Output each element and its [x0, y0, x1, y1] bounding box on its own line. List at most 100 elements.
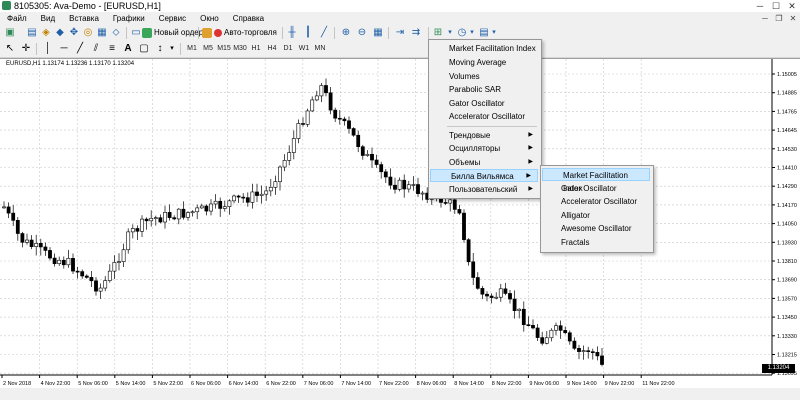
menu-file[interactable]: Файл	[0, 12, 34, 25]
timeframe-m5[interactable]: M5	[200, 43, 216, 55]
child-restore-icon[interactable]: ❐	[772, 12, 786, 25]
chevron-down-icon[interactable]: ▾	[488, 27, 500, 39]
timeframe-d1[interactable]: D1	[280, 43, 296, 55]
menu-tools[interactable]: Сервис	[152, 12, 193, 25]
autoscroll-icon[interactable]: ⇉	[410, 27, 422, 39]
chevron-down-icon[interactable]: ▾	[166, 43, 178, 55]
zoom-out-icon[interactable]: ⊖	[356, 27, 368, 39]
price-tick-label: 1.13930	[777, 240, 797, 246]
timeframe-m1[interactable]: M1	[184, 43, 200, 55]
line-studies-toolbar: ↖ ✛ │ ─ ╱ ⫽ ≡ A ▢ ↕ ▾ M1 M5 M15 M30 H1 H…	[0, 41, 800, 58]
auto-trading-button[interactable]: Авто-торговля	[202, 26, 277, 40]
timeframe-m30[interactable]: M30	[232, 43, 248, 55]
candle-body	[489, 295, 494, 298]
timeframe-m15[interactable]: M15	[216, 43, 232, 55]
price-tick-label: 1.14530	[777, 147, 797, 153]
price-tick-label: 1.14170	[777, 203, 797, 209]
metaeditor-icon[interactable]: ⬦	[110, 27, 122, 39]
menu-item-accelerator-oscillator[interactable]: Accelerator Oscillator	[429, 110, 539, 123]
candle-body	[494, 296, 499, 299]
submenu-item-alligator[interactable]: Alligator	[541, 209, 651, 222]
chevron-down-icon[interactable]: ▾	[466, 27, 478, 39]
menu-help[interactable]: Справка	[226, 12, 271, 25]
navigator-icon[interactable]: ✥	[68, 27, 80, 39]
menu-item-gator-oscillator[interactable]: Gator Oscillator	[429, 97, 539, 110]
menu-window[interactable]: Окно	[193, 12, 226, 25]
candle-body	[462, 212, 466, 240]
cursor-icon[interactable]: ↖	[4, 43, 16, 55]
text-label-icon[interactable]: ▢	[138, 43, 150, 55]
menu-item-custom[interactable]: Пользовательский ▶	[429, 183, 539, 196]
price-tick-label: 1.13570	[777, 296, 797, 302]
terminal-icon[interactable]: ◎	[82, 27, 94, 39]
child-minimize-icon[interactable]: ─	[758, 12, 772, 25]
menu-item-moving-average[interactable]: Moving Average	[429, 56, 539, 69]
submenu-item-fractals[interactable]: Fractals	[541, 236, 651, 249]
trendline-icon[interactable]: ╱	[74, 43, 86, 55]
tile-windows-icon[interactable]: ▦	[372, 27, 384, 39]
fibonacci-icon[interactable]: ≡	[106, 43, 118, 55]
data-window-icon[interactable]: ◆	[54, 27, 66, 39]
candle-body	[554, 325, 558, 331]
chevron-down-icon[interactable]: ▾	[444, 27, 456, 39]
candle-body	[567, 332, 572, 342]
timeframe-w1[interactable]: W1	[296, 43, 312, 55]
menu-insert[interactable]: Вставка	[62, 12, 106, 25]
chart-window[interactable]: 1.15005 1.14885 1.14765 1.14645 1.14530 1.144…	[0, 58, 800, 389]
menu-bar: Файл Вид Вставка Графики Сервис Окно Спр…	[0, 12, 800, 25]
time-tick-label: 6 Nov 14:00	[229, 381, 259, 387]
submenu-item-gator-oscillator[interactable]: Gator Oscillator	[541, 182, 651, 195]
submenu-item-awesome-oscillator[interactable]: Awesome Oscillator	[541, 222, 651, 235]
candle-body	[57, 259, 62, 264]
menu-item-parabolic-sar[interactable]: Parabolic SAR	[429, 83, 539, 96]
chart-window-icon[interactable]: ▭	[130, 27, 142, 39]
menu-item-oscillators[interactable]: Осцилляторы ▶	[429, 142, 539, 155]
price-tick-label: 1.13690	[777, 278, 797, 284]
timeframe-h4[interactable]: H4	[264, 43, 280, 55]
timeframe-h1[interactable]: H1	[248, 43, 264, 55]
arrows-icon[interactable]: ↕	[154, 43, 166, 55]
candlestick-icon[interactable]: ┃	[302, 27, 314, 39]
candle-body	[512, 298, 517, 311]
candle-body	[586, 350, 591, 352]
horizontal-line-icon[interactable]: ─	[58, 43, 70, 55]
channel-icon[interactable]: ⫽	[90, 43, 102, 55]
tester-icon[interactable]: ▦	[96, 27, 108, 39]
price-tick-label: 1.14050	[777, 222, 797, 228]
candle-body	[34, 243, 39, 247]
menu-item-volumes[interactable]: Volumes	[429, 70, 539, 83]
submenu-item-accelerator-oscillator[interactable]: Accelerator Oscillator	[541, 195, 651, 208]
candle-body	[590, 351, 595, 353]
profiles-icon[interactable]: ▤	[26, 27, 38, 39]
zoom-in-icon[interactable]: ⊕	[340, 27, 352, 39]
maximize-icon[interactable]: ☐	[768, 0, 784, 12]
close-icon[interactable]: ✕	[784, 0, 800, 12]
menu-item-volumes-group[interactable]: Объемы ▶	[429, 156, 539, 169]
line-chart-icon[interactable]: ╱	[318, 27, 330, 39]
price-tick-label: 1.14410	[777, 166, 797, 172]
new-order-button[interactable]: Новый ордер	[142, 26, 203, 40]
menu-item-bill-williams[interactable]: Билла Вильямса ▶	[430, 169, 538, 182]
timeframe-mn[interactable]: MN	[312, 43, 328, 55]
chart-shift-icon[interactable]: ⇥	[394, 27, 406, 39]
bar-chart-icon[interactable]: ╫	[286, 27, 298, 39]
child-close-icon[interactable]: ✕	[786, 12, 800, 25]
price-chart[interactable]: 1.15005 1.14885 1.14765 1.14645 1.14530 1.144…	[0, 59, 800, 389]
candle-body	[503, 288, 508, 294]
candle-body	[172, 217, 177, 220]
submenu-item-market-facilitation-index[interactable]: Market Facilitation Index	[542, 168, 650, 193]
menu-item-trend[interactable]: Трендовые ▶	[429, 129, 539, 142]
candle-body	[20, 233, 25, 243]
menu-item-market-facilitation-index[interactable]: Market Facilitation Index	[429, 42, 539, 55]
minimize-icon[interactable]: ─	[752, 0, 768, 12]
candle-body	[181, 208, 186, 218]
menu-view[interactable]: Вид	[34, 12, 62, 25]
text-tool-icon[interactable]: A	[122, 43, 134, 55]
vertical-line-icon[interactable]: │	[42, 43, 54, 55]
market-watch-icon[interactable]: ◈	[40, 27, 52, 39]
indicators-icon[interactable]: ⊞	[432, 27, 444, 39]
new-chart-icon[interactable]: ▣	[4, 27, 16, 39]
crosshair-icon[interactable]: ✛	[20, 43, 32, 55]
candle-body	[351, 128, 356, 136]
menu-charts[interactable]: Графики	[106, 12, 152, 25]
